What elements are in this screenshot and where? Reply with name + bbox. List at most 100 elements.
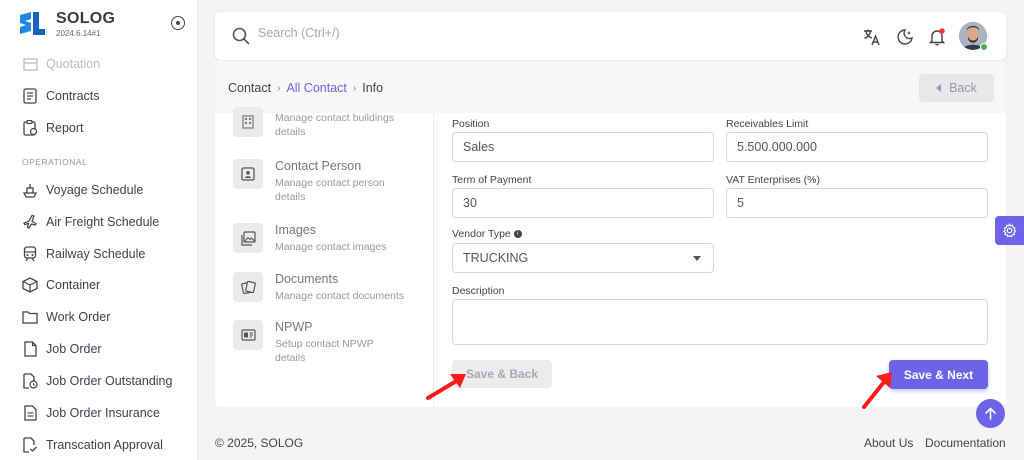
caret-left-icon [936,84,942,92]
sidebar-item-work-order[interactable]: Work Order [22,309,110,325]
footer-copyright: © 2025, SOLOG [215,436,304,450]
sidebar-item-voyage-schedule[interactable]: Voyage Schedule [22,182,143,198]
term-of-payment-label: Term of Payment [452,174,532,186]
gear-icon [1003,223,1017,238]
sidebar-collapse-icon[interactable] [171,16,185,30]
translate-icon[interactable] [863,28,881,46]
sidebar-item-label: Quotation [46,57,101,71]
sidebar-item-label: Contracts [46,89,100,103]
menu-item-desc: Manage contact buildings details [275,112,395,138]
contact-person-icon [233,159,263,189]
search-input[interactable] [258,26,558,40]
sidebar-item-railway-schedule[interactable]: Railway Schedule [22,246,145,262]
sidebar-item-job-order-outstanding[interactable]: Job Order Outstanding [22,373,172,389]
vendor-type-label-text: Vendor Type [452,228,511,240]
brand-version: 2024.6.14#1 [56,29,101,38]
menu-item-buildings[interactable]: Manage contact buildings details [233,107,405,139]
document-clock-icon [22,373,38,389]
moon-star-icon[interactable] [896,28,914,46]
chevron-down-icon [693,256,701,261]
brand[interactable]: SOLOG 2024.6.14#1 [17,9,115,39]
folder-icon [22,309,38,325]
document-list-icon [22,405,38,421]
receivables-limit-input[interactable]: 5.500.000.000 [726,132,988,162]
vendor-type-label: Vendor Type i [452,228,522,240]
sidebar-item-report[interactable]: Report [22,120,84,136]
sidebar-item-air-freight-schedule[interactable]: Air Freight Schedule [22,214,159,230]
building-icon [233,107,263,137]
panel-divider [433,113,434,407]
menu-item-desc: Setup contact NPWP details [275,338,374,364]
quotation-icon [22,56,38,72]
sidebar-item-label: Report [46,121,84,135]
sidebar-item-job-order[interactable]: Job Order [22,341,102,357]
menu-item-desc: Manage contact person details [275,177,385,203]
breadcrumb-all-contact-link[interactable]: All Contact [286,81,346,95]
scroll-to-top-button[interactable] [976,399,1005,428]
menu-item-contact-person[interactable]: Contact Person Manage contact person det… [233,159,405,204]
sidebar-item-label: Work Order [46,310,111,324]
save-and-next-button[interactable]: Save & Next [889,360,988,389]
menu-item-desc: Manage contact images [275,241,387,253]
position-label: Position [452,118,490,130]
menu-item-title: Documents [275,272,339,286]
sidebar-item-container[interactable]: Container [22,277,100,293]
sidebar-item-contracts[interactable]: Contracts [22,88,100,104]
breadcrumb-current: Info [362,81,384,95]
position-input[interactable]: Sales [452,132,714,162]
search-icon[interactable] [232,27,250,45]
back-button[interactable]: Back [919,74,994,102]
brand-name: SOLOG [56,10,116,27]
ship-icon [22,182,38,198]
documents-icon [233,272,263,302]
sidebar-item-label: Air Freight Schedule [46,215,160,229]
sidebar-item-label: Job Order Outstanding [46,374,173,388]
vat-enterprises-label: VAT Enterprises (%) [726,174,820,186]
menu-item-title: NPWP [275,320,313,334]
menu-item-title: Images [275,223,316,237]
vendor-type-value: TRUCKING [463,251,529,265]
menu-item-npwp[interactable]: NPWP Setup contact NPWP details [233,320,405,365]
breadcrumb-separator-icon: › [277,82,281,94]
back-button-label: Back [949,81,977,95]
images-icon [233,223,263,253]
notification-bell-icon[interactable] [928,28,946,46]
train-icon [22,246,38,262]
document-check-icon [22,437,38,453]
section-label-operational: OPERATIONAL [22,157,88,167]
sidebar-item-label: Container [46,278,101,292]
sidebar-item-transcation-approval[interactable]: Transcation Approval [22,437,163,453]
sidebar-item-label: Job Order [46,342,102,356]
vat-enterprises-input[interactable]: 5 [726,188,988,218]
top-navbar [215,12,1006,60]
arrow-up-icon [985,407,996,420]
container-icon [22,277,38,293]
breadcrumb-bar: Contact › All Contact › Info Back [215,60,1006,113]
customizer-gear-button[interactable] [995,216,1024,245]
vendor-type-select[interactable]: TRUCKING [452,243,714,273]
sidebar-item-job-order-insurance[interactable]: Job Order Insurance [22,405,160,421]
solog-logo-icon [20,12,45,35]
footer-about-link[interactable]: About Us [864,436,913,450]
breadcrumb-separator-icon: › [352,82,357,94]
breadcrumb-root: Contact [228,81,272,95]
receivables-limit-label: Receivables Limit [726,118,809,130]
npwp-card-icon [233,320,263,350]
sidebar: SOLOG 2024.6.14#1 Quotation Contracts Re… [0,0,198,460]
menu-item-documents[interactable]: Documents Manage contact documents [233,272,405,303]
footer-documentation-link[interactable]: Documentation [925,436,1006,450]
sidebar-item-label: Job Order Insurance [46,406,160,420]
document-icon [22,341,38,357]
term-of-payment-input[interactable]: 30 [452,188,714,218]
menu-item-images[interactable]: Images Manage contact images [233,223,405,254]
online-status-dot [980,43,988,51]
plane-icon [22,214,38,230]
sidebar-item-quotation[interactable]: Quotation [22,56,100,72]
info-icon[interactable]: i [513,230,522,239]
description-textarea[interactable] [452,299,988,345]
sidebar-item-label: Transcation Approval [46,438,163,452]
contact-info-card: Manage contact buildings details Contact… [215,107,1006,407]
annotation-arrow-save-back-icon [426,374,466,400]
menu-item-desc: Manage contact documents [275,290,404,302]
contracts-icon [22,88,38,104]
